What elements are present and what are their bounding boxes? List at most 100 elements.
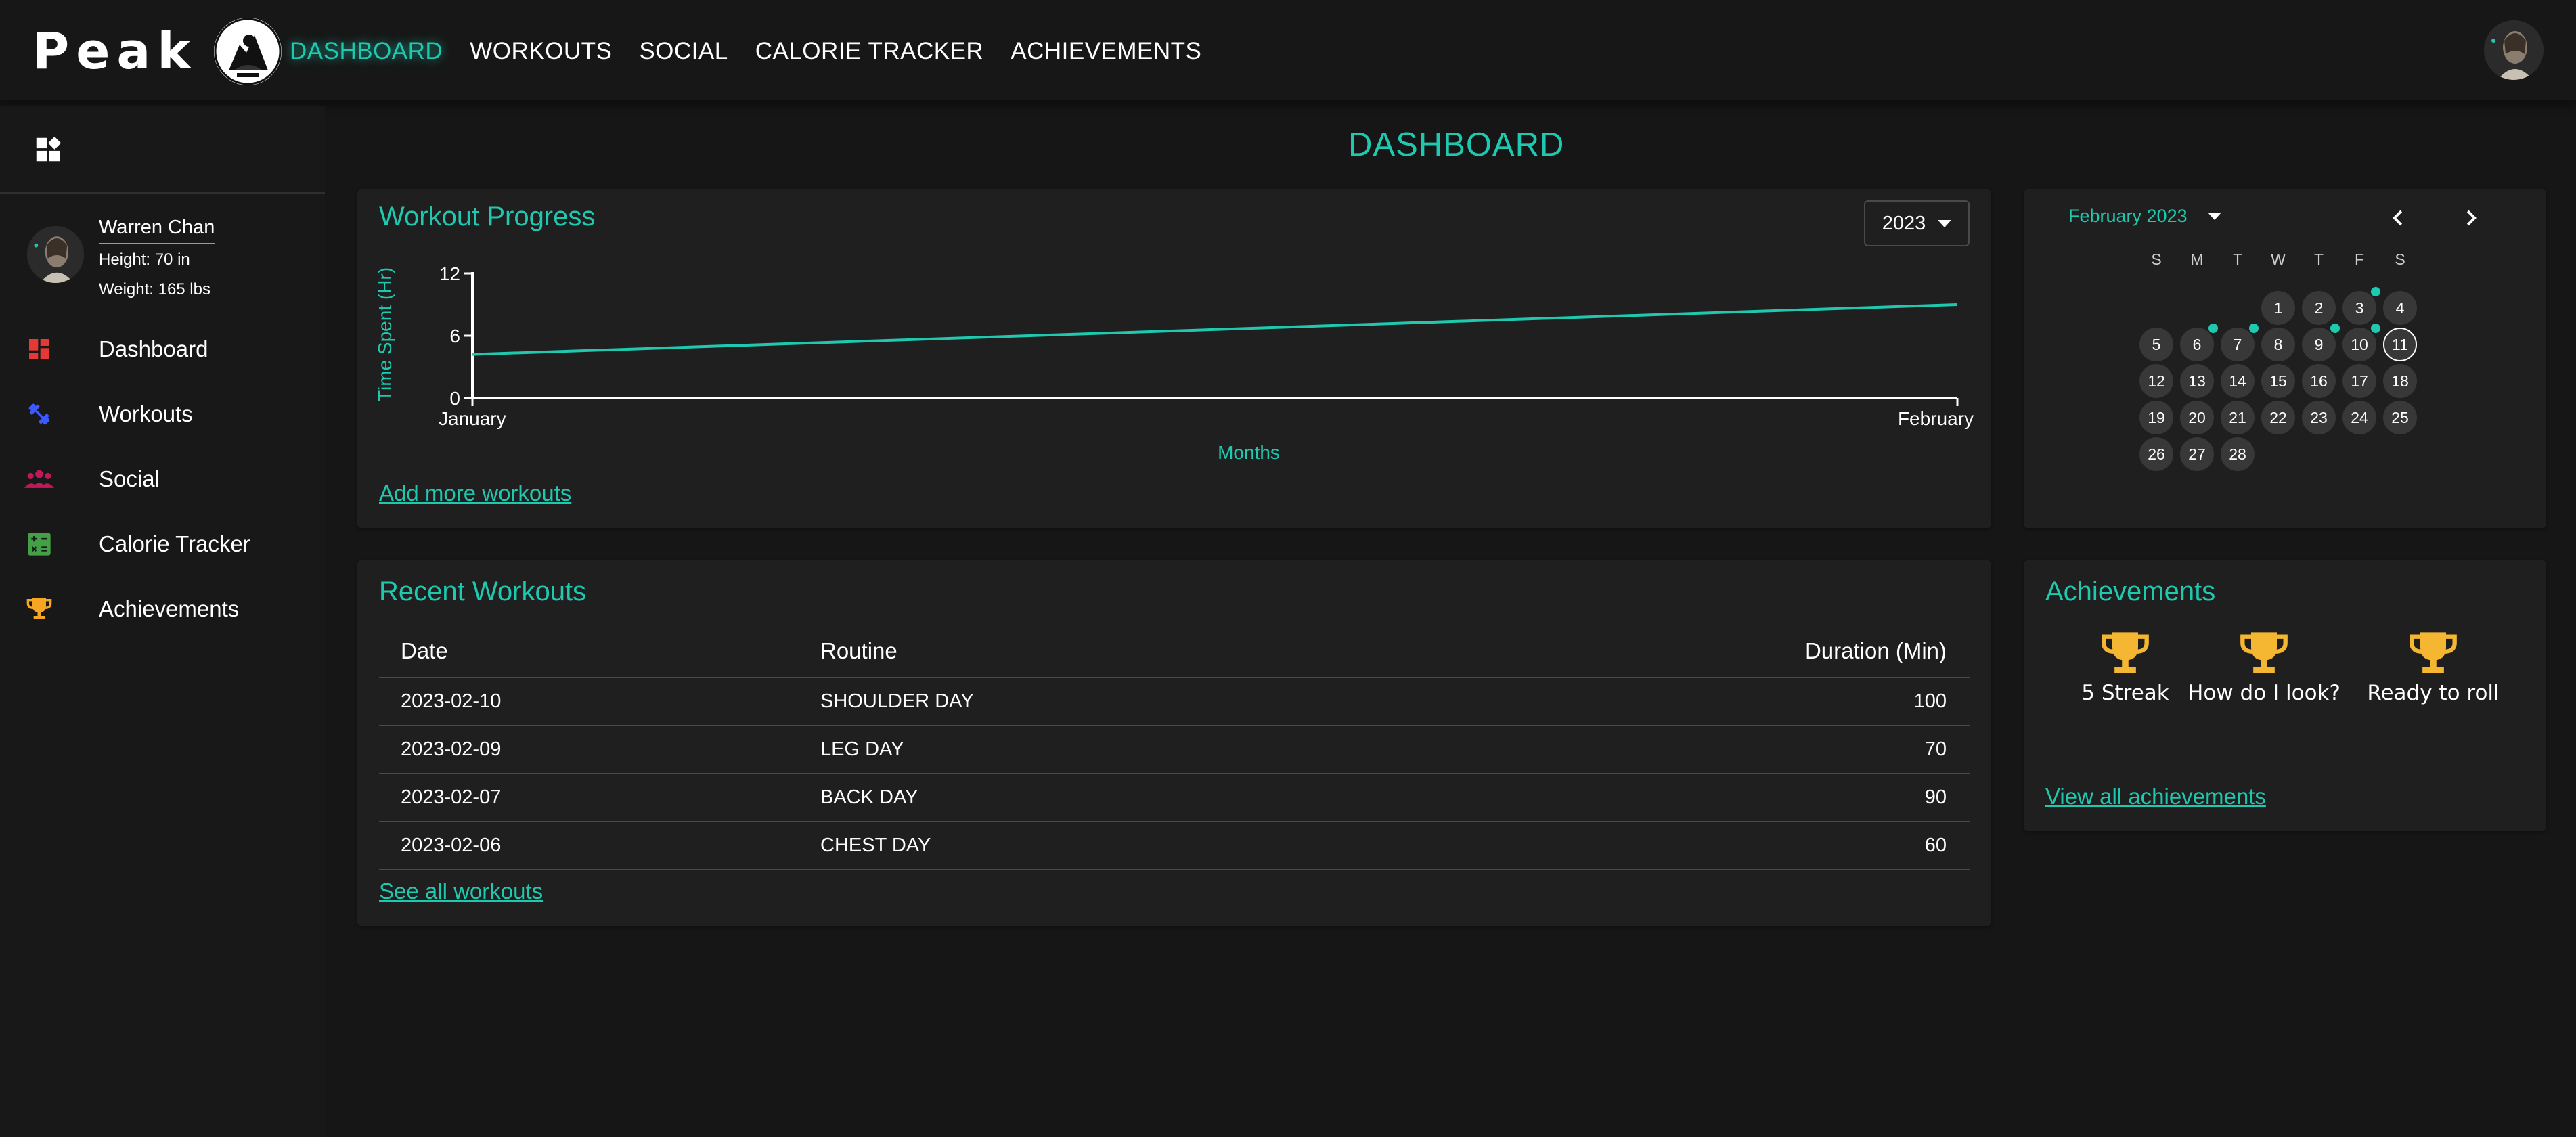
avatar [27,226,84,283]
weekday-label: T [2232,250,2243,268]
sidebar-item-calorie-tracker[interactable]: Calorie Tracker [0,512,325,577]
recent-workouts-card: Recent Workouts Date Routine Duration (M… [357,560,1991,926]
calendar-day-label: 24 [2351,408,2368,426]
calendar-day[interactable]: 25 [2383,401,2417,434]
calendar-day[interactable]: 18 [2383,364,2417,398]
calendar-day-label: 23 [2310,408,2328,426]
achievement-item[interactable]: Ready to roll [2349,628,2518,705]
recent-workouts-table: Date Routine Duration (Min) 2023-02-10 S… [379,625,1970,870]
cell-routine: CHEST DAY [820,834,931,856]
achievements-title: Achievements [2045,577,2216,606]
sidebar-nav: Dashboard Workouts Social Calorie Tracke… [0,317,325,642]
x-axis-label: Months [1218,442,1280,463]
nav-calorie-tracker[interactable]: CALORIE TRACKER [755,38,984,65]
calendar-day-label: 1 [2273,298,2283,317]
cell-date: 2023-02-10 [401,690,502,712]
calendar-day[interactable]: 7 [2221,324,2259,361]
achievement-item[interactable]: 5 Streak [2071,628,2179,705]
calendar-card: February 2023 S M T W T F S 1 2 3 4 5 6 7 8 9 10 1… [2024,190,2546,528]
page-title: DASHBOARD [1348,127,1565,163]
achievement-label: 5 Streak [2081,681,2169,705]
calendar-day[interactable]: 14 [2221,364,2255,398]
calendar-day[interactable]: 8 [2261,328,2295,361]
calendar-day[interactable]: 13 [2180,364,2214,398]
calendar-day[interactable]: 22 [2261,401,2295,434]
calendar-day[interactable]: 28 [2221,437,2255,471]
workout-progress-chart: 0 6 12 January February Months Time Spent (Hr) [374,263,1974,463]
table-row[interactable]: 2023-02-10 SHOULDER DAY 100 [379,678,1970,726]
weekday-label: S [2151,250,2162,268]
dashboard-toggle-icon[interactable] [32,134,64,165]
brand-name: Peak [32,22,198,81]
calendar-day[interactable]: 23 [2302,401,2336,434]
weekday-label: W [2271,250,2286,268]
workout-indicator-dot [2371,324,2380,333]
add-workouts-link[interactable]: Add more workouts [379,481,571,506]
calendar-day[interactable]: 26 [2139,437,2173,471]
nav-achievements[interactable]: ACHIEVEMENTS [1011,38,1201,65]
calendar-day[interactable]: 21 [2221,401,2255,434]
calendar-day[interactable]: 19 [2139,401,2173,434]
cell-routine: SHOULDER DAY [820,690,974,712]
sidebar-item-achievements[interactable]: Achievements [0,577,325,642]
cell-duration: 70 [1924,738,1947,760]
nav-social[interactable]: SOCIAL [639,38,728,65]
sidebar-item-label: Achievements [99,596,240,621]
brand[interactable]: Peak [32,18,282,85]
calendar-day[interactable]: 1 [2261,291,2295,325]
dashboard-icon [24,334,54,364]
table-row[interactable]: 2023-02-09 LEG DAY 70 [379,726,1970,774]
achievement-label: Ready to roll [2367,681,2500,705]
chevron-left-icon[interactable] [2382,202,2415,234]
calendar-day[interactable]: 6 [2180,324,2218,361]
calendar-day-label: 19 [2148,408,2165,426]
calendar-day[interactable]: 11 [2383,328,2417,361]
calendar-day-label: 16 [2310,372,2328,390]
nav-workouts[interactable]: WORKOUTS [470,38,612,65]
calendar-month-select[interactable]: February 2023 [2068,206,2221,227]
column-header-duration: Duration (Min) [1804,638,1947,663]
calendar-day-label: 14 [2229,372,2246,390]
user-avatar[interactable] [2484,20,2544,80]
calendar-day[interactable]: 20 [2180,401,2214,434]
calendar-day[interactable]: 24 [2342,401,2376,434]
calendar-day-label: 5 [2152,335,2161,353]
cell-duration: 90 [1924,786,1947,808]
profile-name[interactable]: Warren Chan [99,217,215,244]
workout-progress-card: Workout Progress 2023 0 6 12 January Februar… [357,190,1991,528]
calendar-day-label: 9 [2314,335,2324,353]
calendar-day[interactable]: 16 [2302,364,2336,398]
recent-workouts-title: Recent Workouts [379,577,587,606]
achievement-item[interactable]: How do I look? [2179,628,2349,705]
calendar-day-label: 10 [2351,335,2368,353]
see-all-workouts-link[interactable]: See all workouts [379,878,543,904]
calendar-day-label: 26 [2148,445,2165,463]
view-all-achievements-link[interactable]: View all achievements [2045,784,2266,809]
nav-dashboard[interactable]: DASHBOARD [290,38,443,65]
calendar-day[interactable]: 9 [2302,324,2340,361]
calendar-day-label: 27 [2188,445,2206,463]
cell-duration: 60 [1924,834,1947,856]
sidebar-item-dashboard[interactable]: Dashboard [0,317,325,382]
sidebar-item-social[interactable]: Social [0,447,325,512]
calendar-day[interactable]: 15 [2261,364,2295,398]
cell-routine: BACK DAY [820,786,918,808]
calendar-day[interactable]: 27 [2180,437,2214,471]
chevron-right-icon[interactable] [2454,202,2487,234]
table-row[interactable]: 2023-02-06 CHEST DAY 60 [379,822,1970,870]
calendar-day-label: 8 [2273,335,2283,353]
sidebar-item-label: Workouts [99,401,193,426]
calendar-day[interactable]: 12 [2139,364,2173,398]
x-tick-label: January [439,408,506,429]
calendar-day[interactable]: 4 [2383,291,2417,325]
calendar-day[interactable]: 3 [2342,287,2380,325]
calendar-day[interactable]: 17 [2342,364,2376,398]
table-row[interactable]: 2023-02-07 BACK DAY 90 [379,774,1970,822]
sidebar-item-workouts[interactable]: Workouts [0,382,325,447]
weekday-label: M [2190,250,2204,268]
profile-card: Warren Chan Height: 70 in Weight: 165 lb… [27,214,311,309]
calendar-day[interactable]: 2 [2302,291,2336,325]
sidebar-item-label: Social [99,466,160,491]
calendar-day[interactable]: 5 [2139,328,2173,361]
calendar-day[interactable]: 10 [2342,324,2380,361]
